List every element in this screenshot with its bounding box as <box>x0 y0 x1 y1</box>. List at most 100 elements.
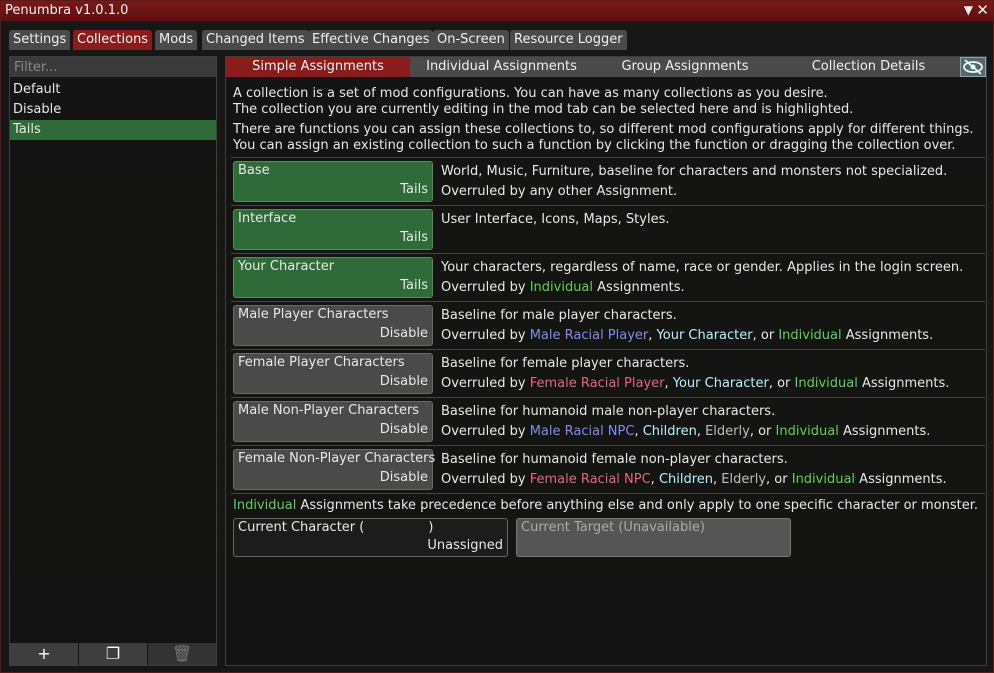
assignment-description: World, Music, Furniture, baseline for ch… <box>441 164 948 179</box>
row-separator <box>231 397 985 398</box>
assignment-button-female-player-characters[interactable]: Female Player Characters Disable <box>233 353 433 394</box>
assignment-overruled-by: Overruled by Female Racial Player, Your … <box>441 376 949 391</box>
tab-individual-assignments[interactable]: Individual Assignments <box>410 57 593 77</box>
intro-line-1: A collection is a set of mod configurati… <box>233 86 828 101</box>
assignment-name: Female Non-Player Characters <box>238 451 436 466</box>
collection-item-disable[interactable]: Disable <box>10 100 216 120</box>
assignment-value: Disable <box>379 422 428 437</box>
current-character-label: Current Character () <box>238 520 433 535</box>
overruled-part: Female Racial NPC <box>529 472 651 487</box>
overruled-part: , or <box>752 328 779 343</box>
individual-note: Individual Assignments take precedence b… <box>233 498 978 513</box>
overruled-part: , <box>634 424 643 439</box>
row-separator <box>231 301 985 302</box>
assignment-name: Male Non-Player Characters <box>238 403 420 418</box>
overruled-part: Individual <box>529 280 594 295</box>
assignment-button-base[interactable]: Base Tails <box>233 161 433 202</box>
tab-collection-details[interactable]: Collection Details <box>777 57 960 77</box>
add-collection-button[interactable]: + <box>10 643 78 665</box>
row-separator <box>231 157 985 158</box>
overruled-part: Individual <box>778 328 842 343</box>
overruled-part: Assignments. <box>841 328 934 343</box>
window-title: Penumbra v1.0.1.0 <box>5 3 129 18</box>
current-target-button[interactable]: Current Target (Unavailable) <box>516 518 791 557</box>
assignment-overruled-by: Overruled by Male Racial NPC, Children , … <box>441 424 930 439</box>
overruled-part: , or <box>766 472 792 487</box>
filter-input[interactable] <box>10 57 216 77</box>
tab-group-assignments[interactable]: Group Assignments <box>593 57 777 77</box>
assignment-name: Male Player Characters <box>238 307 389 322</box>
intro-line-2: The collection you are currently editing… <box>233 102 854 117</box>
collection-list-panel: Default Disable Tails + ❐ 🗑 <box>9 56 217 666</box>
overruled-part: Your Character <box>656 328 753 343</box>
current-character-button[interactable]: Current Character () Unassigned <box>233 518 508 557</box>
row-separator <box>231 253 985 254</box>
collection-item-default[interactable]: Default <box>10 80 216 100</box>
overruled-part: , or <box>749 424 776 439</box>
assignment-name: Base <box>238 163 270 178</box>
tab-changed-items[interactable]: Changed Items <box>202 30 309 50</box>
tab-on-screen[interactable]: On-Screen <box>433 30 509 50</box>
overruled-part: , or <box>768 376 795 391</box>
overruled-part: , <box>696 424 706 439</box>
tab-effective-changes[interactable]: Effective Changes <box>308 30 434 50</box>
assignment-overruled-by: Overruled by Female Racial NPC, Children… <box>441 472 947 487</box>
row-separator <box>231 205 985 206</box>
overruled-prefix: Overruled by <box>441 376 530 391</box>
overruled-prefix: Overruled by any other Assignment. <box>441 184 678 199</box>
assignment-overruled-by: Overruled by Individual Assignments. <box>441 280 685 295</box>
overruled-part: Individual <box>794 376 858 391</box>
overruled-part: Male Racial Player <box>529 328 649 343</box>
tab-settings[interactable]: Settings <box>9 30 71 50</box>
assignment-value: Disable <box>379 374 428 389</box>
overruled-part: Assignments. <box>855 472 947 487</box>
assignment-button-female-non-player-characters[interactable]: Female Non-Player Characters Disable <box>233 449 436 490</box>
collection-item-tails[interactable]: Tails <box>10 120 216 140</box>
current-target-label: Current Target (Unavailable) <box>521 520 705 535</box>
overruled-prefix: Overruled by <box>441 328 530 343</box>
overruled-part: Your Character <box>672 376 769 391</box>
tab-mods[interactable]: Mods <box>155 30 198 50</box>
tab-collections[interactable]: Collections <box>73 30 153 50</box>
assignment-button-interface[interactable]: Interface Tails <box>233 209 433 250</box>
assignment-description: Baseline for female player characters. <box>441 356 690 371</box>
intro-line-4: You can assign an existing collection to… <box>233 138 956 153</box>
assignment-value: Disable <box>379 326 428 341</box>
assignment-name: Female Player Characters <box>238 355 405 370</box>
overruled-part: Male Racial NPC <box>529 424 635 439</box>
tab-resource-logger[interactable]: Resource Logger <box>510 30 627 50</box>
assignment-button-your-character[interactable]: Your Character Tails <box>233 257 433 298</box>
assignment-description: Your characters, regardless of name, rac… <box>441 260 964 275</box>
current-character-label-close: ) <box>428 520 434 535</box>
overruled-part: Female Racial Player <box>529 376 665 391</box>
individual-note-text: Assignments take precedence before anyth… <box>296 498 979 513</box>
delete-collection-button[interactable]: 🗑 <box>148 643 216 665</box>
overruled-prefix: Overruled by <box>441 424 530 439</box>
hidden-eye-icon[interactable] <box>960 57 986 77</box>
penumbra-window: Penumbra v1.0.1.0 ▼ ✕ Settings Collectio… <box>0 0 994 673</box>
assignment-button-male-non-player-characters[interactable]: Male Non-Player Characters Disable <box>233 401 433 442</box>
plus-icon: + <box>37 644 51 663</box>
triangle-down-icon[interactable]: ▼ <box>964 3 973 17</box>
collection-actions: + ❐ 🗑 <box>10 643 216 665</box>
duplicate-collection-button[interactable]: ❐ <box>79 643 147 665</box>
tab-simple-assignments[interactable]: Simple Assignments <box>226 57 410 77</box>
assignment-overruled-by: Overruled by any other Assignment. <box>441 184 677 199</box>
overruled-part: Elderly <box>721 472 767 487</box>
assignment-value: Tails <box>400 278 428 293</box>
duplicate-icon: ❐ <box>105 644 121 663</box>
assignment-name: Your Character <box>238 259 335 274</box>
row-separator <box>231 445 985 446</box>
assignment-description: Baseline for humanoid male non-player ch… <box>441 404 776 419</box>
overruled-part: Assignments. <box>857 376 950 391</box>
overruled-part: Individual <box>791 472 856 487</box>
overruled-part: Assignments. <box>593 280 685 295</box>
assignment-button-male-player-characters[interactable]: Male Player Characters Disable <box>233 305 433 346</box>
trash-icon: 🗑 <box>171 644 193 663</box>
close-icon[interactable]: ✕ <box>976 1 989 19</box>
assignments-panel: Simple Assignments Individual Assignment… <box>225 56 987 666</box>
assignment-description: User Interface, Icons, Maps, Styles. <box>441 212 670 227</box>
overruled-prefix: Overruled by <box>441 280 530 295</box>
current-character-value: Unassigned <box>427 538 503 553</box>
title-bar[interactable]: Penumbra v1.0.1.0 ▼ ✕ <box>1 1 993 21</box>
